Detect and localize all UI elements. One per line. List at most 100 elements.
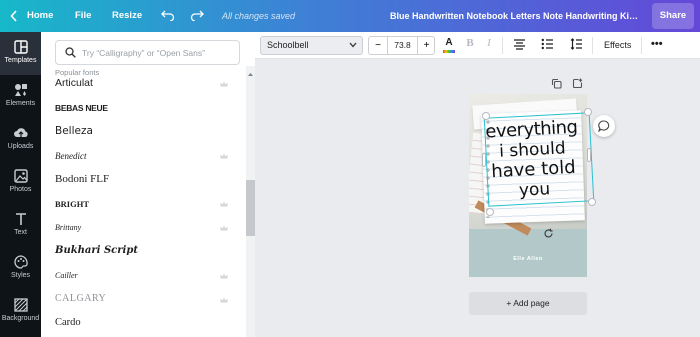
- share-button[interactable]: Share: [652, 3, 694, 29]
- rail-label: Styles: [10, 272, 31, 279]
- chevron-down-icon: [349, 42, 357, 48]
- text-toolbar: Schoolbell − 73.8 + A B I Effects •••: [255, 32, 700, 59]
- font-name: Bukhari Script: [55, 245, 138, 256]
- elements-icon: [14, 84, 27, 96]
- document-title[interactable]: Blue Handwritten Notebook Letters Note H…: [390, 0, 640, 32]
- font-name: Brittany: [55, 223, 82, 232]
- home-link[interactable]: Home: [27, 0, 53, 32]
- rail-item-elements[interactable]: Elements: [0, 75, 41, 118]
- text-color-button[interactable]: A: [442, 37, 456, 54]
- rail-label: Uploads: [7, 143, 34, 150]
- rail-item-styles[interactable]: Styles: [0, 247, 41, 290]
- crown-icon: [220, 273, 228, 279]
- file-menu[interactable]: File: [75, 0, 91, 32]
- line-spacing-icon: [570, 38, 582, 50]
- font-name: Articulat: [55, 77, 93, 89]
- background-icon: [13, 298, 28, 312]
- scroll-up-arrow[interactable]: [246, 66, 255, 76]
- color-bar: [443, 50, 455, 53]
- search-icon: [65, 47, 76, 58]
- font-item-calgary[interactable]: CALGARY: [41, 289, 245, 313]
- author-name[interactable]: Elle Allen: [469, 256, 587, 262]
- increase-size-button[interactable]: +: [418, 37, 435, 54]
- align-center-icon: [514, 39, 525, 50]
- font-size-stepper: − 73.8 +: [368, 36, 435, 55]
- save-status: All changes saved: [222, 11, 296, 21]
- crown-icon: [220, 81, 228, 87]
- add-page-icon-button[interactable]: [572, 76, 583, 94]
- crown-icon: [220, 225, 228, 231]
- caret-up-icon: [248, 73, 253, 76]
- rail-item-background[interactable]: Background: [0, 290, 41, 333]
- crown-icon: [220, 153, 228, 159]
- font-item-articulat[interactable]: Articulat: [41, 73, 245, 97]
- resize-handle[interactable]: [588, 198, 596, 206]
- font-name: BRIGHT: [55, 199, 90, 209]
- decrease-size-button[interactable]: −: [369, 37, 387, 54]
- font-item-benedict[interactable]: Benedict: [41, 145, 245, 169]
- rail-label: Text: [14, 229, 27, 236]
- chevron-left-icon: [10, 10, 17, 22]
- side-rail: Templates Elements Uploads Photos Text S…: [0, 32, 41, 337]
- rail-item-templates[interactable]: Templates: [0, 32, 41, 75]
- font-search-input[interactable]: [82, 45, 232, 61]
- scrollbar-thumb[interactable]: [246, 180, 255, 236]
- redo-icon: [190, 10, 204, 22]
- rail-item-uploads[interactable]: Uploads: [0, 118, 41, 161]
- font-family-dropdown[interactable]: Schoolbell: [260, 36, 363, 55]
- font-item-bright[interactable]: BRIGHT: [41, 193, 245, 217]
- resize-menu[interactable]: Resize: [112, 0, 142, 32]
- headline-text[interactable]: everything i should have told you: [481, 117, 585, 202]
- italic-button[interactable]: I: [483, 37, 495, 54]
- comment-button[interactable]: [593, 115, 615, 137]
- font-item-bebas-neue[interactable]: BEBAS NEUE: [41, 97, 245, 121]
- text-color-letter: A: [445, 37, 453, 48]
- undo-icon: [161, 10, 175, 22]
- top-bar: Home File Resize All changes saved Blue …: [0, 0, 700, 32]
- list-button[interactable]: [541, 37, 555, 54]
- font-item-bodoni-flf[interactable]: Bodoni FLF: [41, 169, 245, 193]
- font-size-input[interactable]: 73.8: [387, 37, 418, 54]
- rail-label: Templates: [4, 57, 37, 64]
- font-panel: Popular fonts Articulat BEBAS NEUE Belle…: [41, 32, 255, 337]
- design-page[interactable]: everything i should have told you Elle A…: [469, 94, 587, 277]
- crown-icon: [220, 201, 228, 207]
- font-name: BEBAS NEUE: [55, 103, 108, 113]
- duplicate-icon: [551, 78, 562, 89]
- comment-icon: [598, 120, 610, 132]
- rail-item-text[interactable]: Text: [0, 204, 41, 247]
- resize-handle[interactable]: [486, 208, 494, 216]
- uploads-icon: [13, 128, 28, 137]
- font-item-cardo[interactable]: Cardo: [41, 313, 245, 337]
- list-icon: [541, 38, 553, 50]
- crown-icon: [220, 297, 228, 303]
- font-item-cailler[interactable]: Cailler: [41, 265, 245, 289]
- font-name: Bodoni FLF: [55, 173, 110, 185]
- add-page-button[interactable]: + Add page: [469, 292, 587, 315]
- align-center-button[interactable]: [513, 37, 527, 54]
- font-item-bukhari-script[interactable]: Bukhari Script: [41, 241, 245, 265]
- templates-icon: [13, 40, 28, 54]
- redo-button[interactable]: [190, 9, 204, 23]
- add-page-icon: [572, 78, 583, 89]
- font-item-belleza[interactable]: Belleza: [41, 121, 245, 145]
- font-name: Cardo: [55, 317, 81, 328]
- rail-label: Elements: [5, 100, 36, 107]
- spacing-button[interactable]: [570, 37, 584, 54]
- rotate-icon: [544, 228, 553, 238]
- rail-label: Background: [1, 315, 40, 322]
- duplicate-page-button[interactable]: [551, 76, 562, 94]
- more-options-button[interactable]: •••: [651, 37, 665, 54]
- undo-button[interactable]: [161, 9, 175, 23]
- toolbar-divider: [592, 37, 593, 54]
- resize-handle[interactable]: [482, 112, 490, 120]
- side-handle[interactable]: [482, 153, 486, 167]
- effects-button[interactable]: Effects: [604, 37, 631, 54]
- side-handle[interactable]: [587, 148, 591, 162]
- font-name: Belleza: [55, 125, 93, 137]
- rail-item-photos[interactable]: Photos: [0, 161, 41, 204]
- font-item-brittany[interactable]: Brittany: [41, 217, 245, 241]
- resize-handle[interactable]: [584, 108, 592, 116]
- bold-button[interactable]: B: [464, 37, 476, 54]
- rotate-handle[interactable]: [543, 226, 554, 238]
